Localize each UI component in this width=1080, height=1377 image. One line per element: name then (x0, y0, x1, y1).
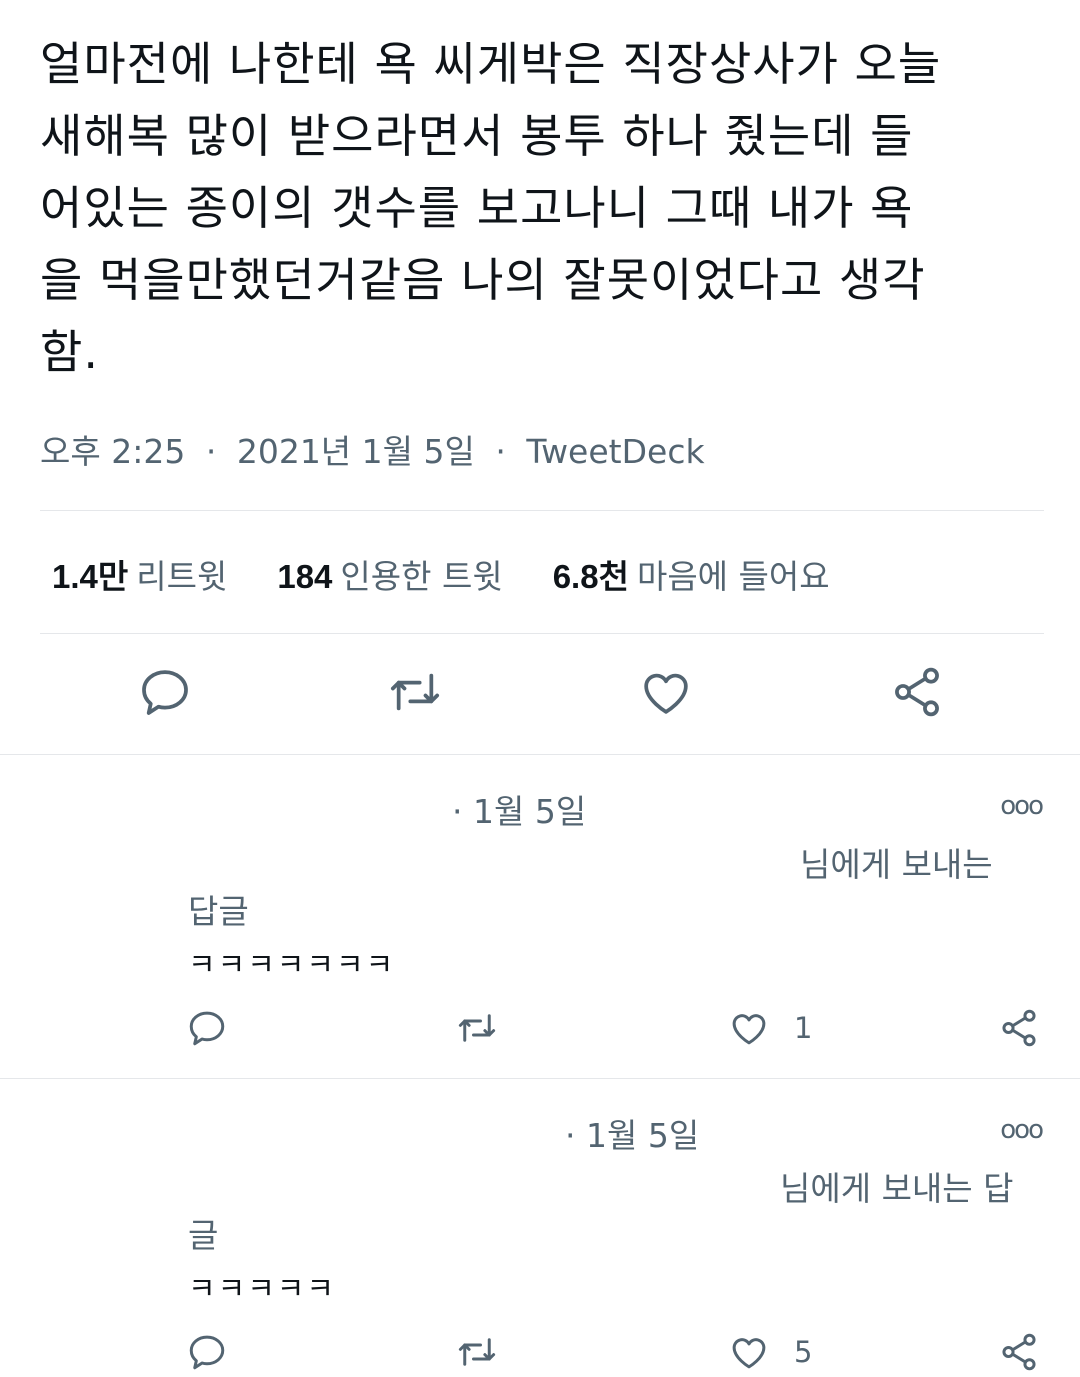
retweet-icon[interactable] (387, 664, 443, 720)
tweet-action-bar (0, 664, 1080, 724)
divider (40, 633, 1044, 634)
reply-icon[interactable] (137, 664, 193, 720)
reply-date[interactable]: · 1월 5일 (452, 785, 586, 833)
share-icon[interactable] (998, 1007, 1040, 1049)
stat-label: 리트윗 (136, 557, 228, 596)
stat-retweets[interactable]: 1.4만 리트윗 (52, 550, 227, 598)
like-count: 5 (794, 1335, 813, 1369)
reply-icon[interactable] (186, 1007, 228, 1049)
retweet-icon[interactable] (456, 1007, 498, 1049)
stat-likes[interactable]: 6.8천 마음에 들어요 (553, 550, 830, 598)
heart-icon[interactable] (728, 1331, 770, 1373)
stat-label: 인용한 트윗 (340, 557, 503, 596)
stat-quotes[interactable]: 184 인용한 트윗 (277, 550, 502, 598)
reply-tweet[interactable]: · 1월 5일 ooo 님에게 보내는 답 글 ㅋㅋㅋㅋㅋ 5 (0, 1079, 1080, 1375)
meta-separator: · (495, 432, 506, 471)
reply-to-label-cont: 글 (188, 1216, 219, 1255)
tweet-date[interactable]: 2021년 1월 5일 (237, 432, 475, 471)
reply-to-label: 님에게 보내는 답 (780, 1169, 1014, 1208)
retweet-icon[interactable] (456, 1331, 498, 1373)
share-icon[interactable] (998, 1331, 1040, 1373)
meta-separator: · (205, 432, 217, 471)
stat-number: 184 (277, 558, 333, 595)
stat-number: 6.8천 (552, 558, 629, 595)
more-options-icon[interactable]: ooo (1000, 1115, 1044, 1145)
reply-to-label-cont: 답글 (188, 892, 249, 931)
tweet-source[interactable]: TweetDeck (526, 432, 704, 471)
stat-label: 마음에 들어요 (636, 557, 830, 596)
tweet-stats: 1.4만 리트윗 184 인용한 트윗 6.8천 마음에 들어요 (52, 550, 830, 598)
reply-tweet[interactable]: · 1월 5일 ooo 님에게 보내는 답글 ㅋㅋㅋㅋㅋㅋㅋ 1 (0, 755, 1080, 1078)
reply-to-label: 님에게 보내는 (800, 845, 993, 884)
tweet-text: 얼마전에 나한테 욕 씨게박은 직장상사가 오늘 새해복 많이 받으라면서 봉투… (40, 37, 942, 379)
heart-icon[interactable] (638, 664, 694, 720)
like-count: 1 (794, 1011, 813, 1045)
share-icon[interactable] (889, 664, 945, 720)
reply-action-bar: 1 (0, 1007, 1080, 1053)
heart-icon[interactable] (728, 1007, 770, 1049)
tweet-time[interactable]: 오후 2:25 (40, 432, 185, 471)
reply-icon[interactable] (186, 1331, 228, 1373)
reply-text: ㅋㅋㅋㅋㅋㅋㅋ (188, 948, 396, 983)
reply-date[interactable]: · 1월 5일 (565, 1109, 699, 1157)
stat-number: 1.4만 (52, 558, 129, 595)
reply-text: ㅋㅋㅋㅋㅋ (188, 1272, 336, 1307)
more-options-icon[interactable]: ooo (1000, 791, 1044, 821)
divider (40, 510, 1044, 511)
tweet-meta: 오후 2:25 · 2021년 1월 5일 · TweetDeck (40, 425, 705, 473)
reply-action-bar: 5 (0, 1331, 1080, 1377)
